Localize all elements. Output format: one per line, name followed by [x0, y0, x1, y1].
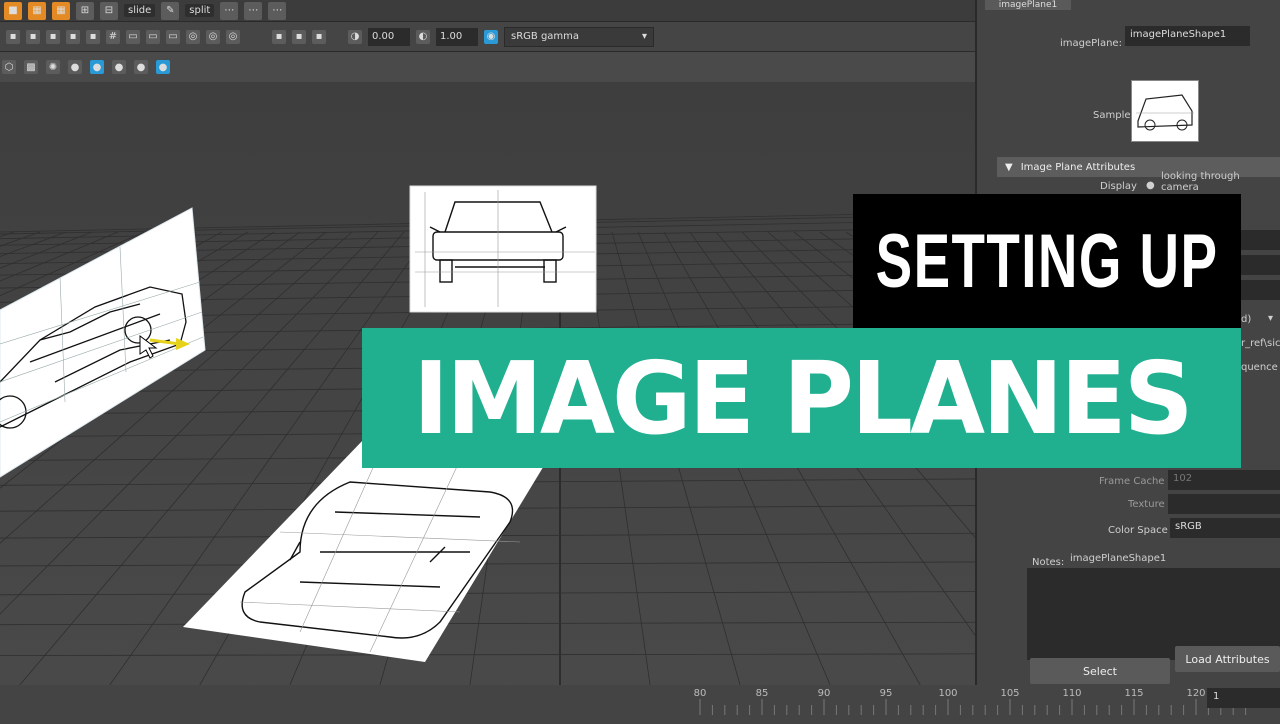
shelf-toolbar: ■ ▦ ▦ ⊞ ⊟ slide ✎ split ⋯ ⋯ ⋯	[0, 0, 975, 22]
attr-field-1[interactable]	[1241, 230, 1280, 250]
timeline-tick-label: 80	[694, 688, 707, 699]
chevron-down-icon: ▾	[641, 31, 647, 42]
aa-icon[interactable]: ●	[134, 60, 148, 74]
camera-icon[interactable]: ▪	[46, 29, 60, 44]
timeline-tick-label: 90	[818, 688, 831, 699]
lights-icon[interactable]: ✺	[46, 60, 60, 74]
ao-icon[interactable]: ●	[90, 60, 104, 74]
timeline-tick-label: 85	[756, 688, 769, 699]
smooth-shade-icon[interactable]: ▩	[24, 60, 38, 74]
title-setting-up-banner: SETTING UP	[853, 194, 1241, 328]
grid-icon[interactable]: ⊞	[76, 1, 94, 20]
timeline-tick-label: 100	[938, 688, 957, 699]
safe-action-icon[interactable]: ◎	[206, 29, 220, 44]
select-tool-icon[interactable]: ▪	[6, 29, 20, 44]
timeline-tick-label: 105	[1000, 688, 1019, 699]
front-image-plane[interactable]	[409, 185, 597, 313]
frame-cache-field[interactable]: 102	[1168, 470, 1280, 490]
isolate-icon[interactable]: ▪	[272, 29, 286, 44]
section-title: Image Plane Attributes	[1020, 161, 1136, 173]
title-line-1: SETTING UP	[875, 218, 1219, 304]
car-sample-icon	[1136, 94, 1194, 131]
partial-d-text: d)	[1241, 314, 1252, 325]
tool3-icon[interactable]: ⋯	[268, 1, 287, 20]
cubes-icon[interactable]: ▦	[28, 1, 46, 20]
time-slider-ticks[interactable]: 80 85 90 95 100 105 110 115 120	[0, 685, 1280, 720]
triangle-down-icon: ▼	[1005, 161, 1013, 173]
pencil-icon[interactable]: ✎	[161, 1, 180, 20]
bookmark-icon[interactable]: ▪	[66, 29, 80, 44]
tool2-icon[interactable]: ⋯	[244, 1, 263, 20]
view-transform-select[interactable]: sRGB gamma ▾	[504, 26, 654, 47]
resolution-gate-icon[interactable]: ▭	[146, 29, 160, 44]
color-space-label: Color Space	[1108, 525, 1168, 536]
gamma-field[interactable]	[436, 27, 478, 46]
frame-cache-label: Frame Cache	[1099, 476, 1165, 487]
image-plane-field[interactable]: imagePlaneShape1	[1125, 26, 1250, 46]
notes-title: imagePlaneShape1	[1070, 553, 1167, 564]
notes-label: Notes:	[1032, 557, 1065, 568]
view-transform-value: sRGB gamma	[511, 31, 580, 42]
image-plane-label: imagePlane:	[1060, 38, 1122, 49]
texture-label: Texture	[1128, 499, 1165, 510]
timeline-tick-label: 95	[880, 688, 893, 699]
cubes-alt-icon[interactable]: ▦	[52, 1, 70, 20]
partial-sequence-text: quence	[1241, 362, 1278, 373]
gate-mask-icon[interactable]: ▭	[166, 29, 180, 44]
slide-button[interactable]: slide	[124, 4, 156, 17]
gamma-icon[interactable]: ◐	[416, 29, 430, 44]
timeline-tick-label: 110	[1062, 688, 1081, 699]
color-management-icon[interactable]: ◉	[484, 29, 498, 44]
shading-toolbar: ⬡ ▩ ✺ ● ● ● ● ●	[0, 52, 975, 82]
texture-icon[interactable]: ●	[156, 60, 170, 74]
xray-joints-icon[interactable]: ▪	[312, 29, 326, 44]
image-plane-icon[interactable]: ▪	[86, 29, 100, 44]
title-line-2: IMAGE PLANES	[412, 339, 1194, 457]
time-slider[interactable]: 80 85 90 95 100 105 110 115 120	[0, 685, 1280, 720]
xray-icon[interactable]: ▪	[292, 29, 306, 44]
radio-dot-icon[interactable]: ●	[1146, 180, 1155, 191]
display-label: Display	[1100, 181, 1137, 192]
tab-imageplane1[interactable]: imagePlane1	[985, 0, 1071, 10]
split-button[interactable]: split	[185, 4, 215, 17]
motion-blur-icon[interactable]: ●	[112, 60, 126, 74]
field-chart-icon[interactable]: ◎	[186, 29, 200, 44]
texture-field[interactable]	[1168, 494, 1280, 514]
shadows-icon[interactable]: ●	[68, 60, 82, 74]
load-attributes-button[interactable]: Load Attributes	[1175, 646, 1280, 672]
cube-icon[interactable]: ■	[4, 1, 22, 20]
exposure-field[interactable]	[368, 27, 410, 46]
partial-path-text: r_ref\sic	[1241, 338, 1280, 349]
display-option[interactable]: looking through camera	[1161, 171, 1280, 193]
exposure-icon[interactable]: ◑	[348, 29, 362, 44]
tool-icon[interactable]: ⋯	[220, 1, 239, 20]
film-gate-icon[interactable]: ▭	[126, 29, 140, 44]
sample-label: Sample	[1093, 110, 1131, 121]
title-image-planes-banner: IMAGE PLANES	[362, 328, 1241, 468]
sample-thumbnail	[1131, 80, 1199, 142]
viewport-toolbar: ▪ ▪ ▪ ▪ ▪ # ▭ ▭ ▭ ◎ ◎ ◎ ▪ ▪ ▪ ◑ ◐ ◉ sRGB…	[0, 22, 975, 52]
grid-toggle-icon[interactable]: #	[106, 29, 120, 44]
attr-field-2[interactable]	[1241, 255, 1280, 275]
current-frame-field[interactable]: 1	[1207, 688, 1280, 708]
timeline-tick-label: 115	[1124, 688, 1143, 699]
wireframe-icon[interactable]: ⬡	[2, 60, 16, 74]
timeline-tick-label: 120	[1186, 688, 1205, 699]
color-space-select[interactable]: sRGB	[1170, 518, 1280, 538]
lasso-icon[interactable]: ▪	[26, 29, 40, 44]
select-button[interactable]: Select	[1030, 658, 1170, 684]
attr-field-3[interactable]	[1241, 280, 1280, 300]
dropdown-arrow-icon[interactable]: ▾	[1268, 313, 1273, 324]
layout-icon[interactable]: ⊟	[100, 1, 118, 20]
safe-title-icon[interactable]: ◎	[226, 29, 240, 44]
